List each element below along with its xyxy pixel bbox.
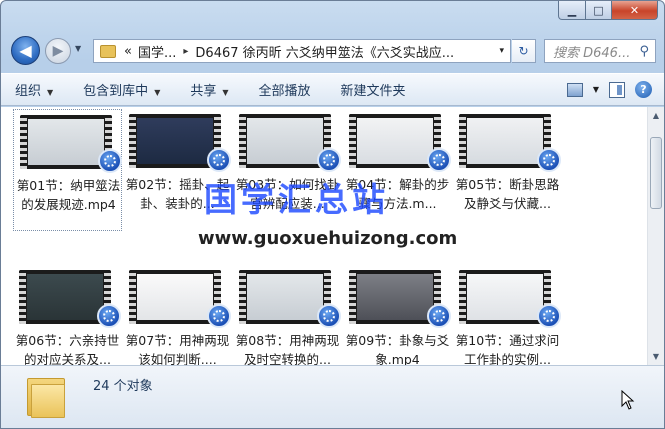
file-name: 第08节：用神两现及时空转换的... xyxy=(235,333,340,365)
watermark-url: www.guoxuehuizong.com xyxy=(198,228,458,249)
include-library-label: 包含到库中 xyxy=(83,84,149,99)
file-name: 第04节：解卦的步骤与方法.m... xyxy=(345,177,450,211)
file-name: 第09节：卦象与爻象.mp4 xyxy=(345,333,450,365)
new-folder-button[interactable]: 新建文件夹 xyxy=(341,80,406,99)
file-name: 第03节：如何找卦宫辨配应装... xyxy=(235,177,340,211)
address-bar[interactable]: « 国学... ▸ D6467 徐丙昕 六爻纳甲筮法《六爻实战应... ▾ xyxy=(93,39,511,63)
organize-label: 组织 xyxy=(15,84,42,99)
file-item[interactable]: 第08节：用神两现及时空转换的... xyxy=(233,265,342,365)
file-name: 第06节：六亲持世的对应关系及... xyxy=(15,333,120,365)
refresh-icon: ↻ xyxy=(518,44,529,58)
help-icon[interactable]: ? xyxy=(635,81,652,98)
folder-icon xyxy=(100,44,116,58)
file-name: 第07节：用神两现该如何判断.... xyxy=(125,333,230,365)
folder-icon xyxy=(27,374,67,418)
back-arrow-icon: ◀ xyxy=(19,41,32,60)
media-player-icon xyxy=(98,149,122,173)
scroll-down-icon[interactable]: ▼ xyxy=(648,348,664,365)
address-prefix[interactable]: « xyxy=(124,44,132,59)
forward-arrow-icon: ▶ xyxy=(52,43,64,59)
share-label: 共享 xyxy=(190,84,217,99)
close-button[interactable]: ✕ xyxy=(612,1,658,20)
address-dropdown-icon[interactable]: ▾ xyxy=(499,46,504,56)
media-player-icon xyxy=(537,304,561,328)
breadcrumb-separator-icon[interactable]: ▸ xyxy=(183,46,188,57)
chevron-down-icon: ▼ xyxy=(47,88,54,97)
search-placeholder: 搜索 D646... xyxy=(553,45,631,61)
media-player-icon xyxy=(317,304,341,328)
breadcrumb-item-root[interactable]: 国学... xyxy=(138,42,176,61)
file-list-pane[interactable]: 第01节：纳甲筮法的发展规迹.mp4 第02节：摇卦、起卦、装卦的... 第03… xyxy=(1,107,664,365)
file-item[interactable]: 第05节：断卦思路及静爻与伏藏... xyxy=(453,109,562,231)
chevron-down-icon: ▼ xyxy=(222,88,229,97)
file-item[interactable]: 第07节：用神两现该如何判断.... xyxy=(123,265,232,365)
media-player-icon xyxy=(537,148,561,172)
toolbar-right-group: ▼ ? xyxy=(566,81,652,98)
recent-pages-dropdown[interactable]: ▼ xyxy=(75,44,81,53)
breadcrumb-item-current[interactable]: D6467 徐丙昕 六爻纳甲筮法《六爻实战应... xyxy=(195,42,454,61)
media-player-icon xyxy=(97,304,121,328)
details-pane: 24 个对象 xyxy=(1,365,664,428)
minimize-button[interactable]: ▁ xyxy=(558,1,586,20)
file-item[interactable]: 第06节：六亲持世的对应关系及... xyxy=(13,265,122,365)
scroll-up-icon[interactable]: ▲ xyxy=(648,107,664,124)
file-item[interactable]: 第01节：纳甲筮法的发展规迹.mp4 xyxy=(13,109,122,231)
scrollbar-thumb[interactable] xyxy=(650,137,662,209)
media-player-icon xyxy=(317,148,341,172)
file-item[interactable]: 第03节：如何找卦宫辨配应装... xyxy=(233,109,342,231)
maximize-button[interactable]: □ xyxy=(586,1,612,20)
media-player-icon xyxy=(427,304,451,328)
file-item[interactable]: 第04节：解卦的步骤与方法.m... xyxy=(343,109,452,231)
mouse-cursor-icon xyxy=(621,390,635,410)
media-player-icon xyxy=(207,148,231,172)
media-player-icon xyxy=(427,148,451,172)
file-name: 第01节：纳甲筮法的发展规迹.mp4 xyxy=(16,178,121,212)
file-name: 第10节：通过求问工作卦的实例... xyxy=(455,333,560,365)
search-input[interactable]: 搜索 D646... ⚲ xyxy=(544,39,656,63)
chevron-down-icon: ▼ xyxy=(154,88,161,97)
back-button[interactable]: ◀ xyxy=(11,36,40,65)
view-options-dropdown-icon[interactable]: ▼ xyxy=(593,85,599,94)
item-count: 24 个对象 xyxy=(93,379,153,394)
explorer-window: ▁ □ ✕ ◀ ▶ ▼ « 国学... ▸ D6467 徐丙昕 六爻纳甲筮法《六… xyxy=(0,0,665,429)
forward-button[interactable]: ▶ xyxy=(45,38,71,64)
file-item[interactable]: 第09节：卦象与爻象.mp4 xyxy=(343,265,452,365)
organize-menu[interactable]: 组织 ▼ xyxy=(15,80,53,99)
vertical-scrollbar[interactable]: ▲ ▼ xyxy=(647,107,664,365)
navigation-bar: ◀ ▶ ▼ « 国学... ▸ D6467 徐丙昕 六爻纳甲筮法《六爻实战应..… xyxy=(1,34,664,66)
media-player-icon xyxy=(207,304,231,328)
window-controls: ▁ □ ✕ xyxy=(558,1,658,20)
file-name: 第02节：摇卦、起卦、装卦的... xyxy=(125,177,230,211)
preview-pane-icon[interactable] xyxy=(609,81,625,98)
file-item[interactable]: 第10节：通过求问工作卦的实例... xyxy=(453,265,562,365)
share-menu[interactable]: 共享 ▼ xyxy=(190,80,228,99)
play-all-button[interactable]: 全部播放 xyxy=(259,80,311,99)
search-icon[interactable]: ⚲ xyxy=(639,44,649,59)
refresh-button[interactable]: ↻ xyxy=(512,39,536,63)
include-in-library-menu[interactable]: 包含到库中 ▼ xyxy=(83,80,160,99)
command-toolbar: 组织 ▼ 包含到库中 ▼ 共享 ▼ 全部播放 新建文件夹 ▼ ? xyxy=(1,73,664,106)
change-view-icon[interactable] xyxy=(566,82,583,97)
file-name: 第05节：断卦思路及静爻与伏藏... xyxy=(455,177,560,211)
file-item[interactable]: 第02节：摇卦、起卦、装卦的... xyxy=(123,109,232,231)
